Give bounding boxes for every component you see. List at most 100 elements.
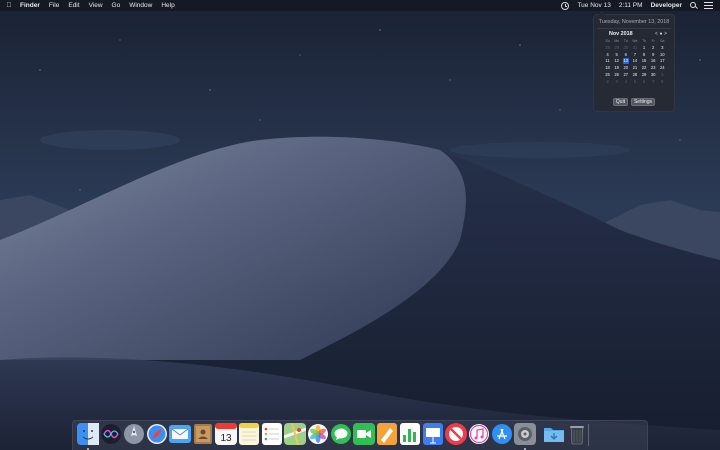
photos-icon[interactable] bbox=[307, 423, 329, 445]
day-cell[interactable]: 4 bbox=[621, 78, 630, 85]
day-cell[interactable]: 14 bbox=[630, 58, 639, 65]
day-cell[interactable]: 3 bbox=[658, 44, 667, 51]
day-cell[interactable]: 4 bbox=[603, 51, 612, 58]
notes-icon[interactable] bbox=[238, 423, 260, 445]
menu-file[interactable]: File bbox=[44, 2, 63, 9]
facetime-icon[interactable] bbox=[353, 423, 375, 445]
day-cell[interactable]: 12 bbox=[612, 58, 621, 65]
calendar-icon[interactable]: 13 bbox=[215, 423, 237, 445]
popover-arrow bbox=[598, 11, 606, 15]
itunes-icon[interactable] bbox=[468, 423, 490, 445]
day-cell[interactable]: 31 bbox=[630, 44, 639, 51]
popover-full-date: Tuesday, November 13, 2018 bbox=[598, 19, 670, 25]
clock-icon[interactable] bbox=[561, 1, 570, 10]
day-cell[interactable]: 3 bbox=[612, 78, 621, 85]
day-cell[interactable]: 15 bbox=[640, 58, 649, 65]
maps-icon[interactable] bbox=[284, 423, 306, 445]
spotlight-search-icon[interactable] bbox=[689, 1, 698, 10]
month-title: Nov 2018 bbox=[609, 31, 633, 37]
calendar-grid: Nov 2018 < ● > Su Mo Tu We Th Fr Sa 28 29… bbox=[603, 31, 667, 84]
safari-icon[interactable] bbox=[146, 423, 168, 445]
day-cell[interactable]: 28 bbox=[603, 44, 612, 51]
menu-window[interactable]: Window bbox=[125, 2, 157, 9]
day-cell[interactable]: 27 bbox=[621, 71, 630, 78]
menu-edit[interactable]: Edit bbox=[64, 2, 84, 9]
day-cell[interactable]: 20 bbox=[621, 64, 630, 71]
calendar-header: Nov 2018 < ● > bbox=[603, 31, 667, 38]
day-cell[interactable]: 24 bbox=[658, 64, 667, 71]
day-cell[interactable]: 6 bbox=[640, 78, 649, 85]
next-month-button[interactable]: > bbox=[664, 31, 667, 37]
day-cell[interactable]: 8 bbox=[640, 51, 649, 58]
running-indicator bbox=[524, 447, 526, 450]
day-cell[interactable]: 25 bbox=[603, 71, 612, 78]
day-cell[interactable]: 30 bbox=[649, 71, 658, 78]
day-cells: 28 29 30 31 1 2 3 4 5 6 7 8 9 10 11 12 13 14 15 16 17 18 19 20 2… bbox=[603, 44, 667, 85]
reminders-icon[interactable] bbox=[261, 423, 283, 445]
weekday-label: Mo bbox=[614, 39, 620, 43]
day-cell[interactable]: 21 bbox=[630, 64, 639, 71]
menu-finder[interactable]: Finder bbox=[17, 2, 44, 9]
day-cell[interactable]: 1 bbox=[658, 71, 667, 78]
app-store-icon[interactable] bbox=[491, 423, 513, 445]
day-cell[interactable]: 8 bbox=[658, 78, 667, 85]
day-cell[interactable]: 19 bbox=[612, 64, 621, 71]
mail-icon[interactable] bbox=[169, 423, 191, 445]
quit-button[interactable]: Quit bbox=[613, 98, 628, 106]
day-cell[interactable]: 22 bbox=[640, 64, 649, 71]
calendar-nav: < ● > bbox=[655, 31, 667, 37]
day-cell[interactable]: 26 bbox=[612, 71, 621, 78]
day-cell[interactable]: 16 bbox=[649, 58, 658, 65]
day-cell[interactable]: 5 bbox=[630, 78, 639, 85]
popover-divider bbox=[597, 28, 671, 29]
calendar-popover: Tuesday, November 13, 2018 Nov 2018 < ● … bbox=[593, 11, 675, 112]
day-cell[interactable]: 9 bbox=[649, 51, 658, 58]
settings-button[interactable]: Settings bbox=[631, 98, 655, 106]
weekday-label: We bbox=[632, 39, 638, 43]
menubar-date[interactable]: Tue Nov 13 bbox=[573, 2, 614, 9]
menu-bar:  Finder File Edit View Go Window Help T… bbox=[0, 0, 720, 11]
menubar-time[interactable]: 2:11 PM bbox=[615, 2, 647, 9]
downloads-folder-icon[interactable] bbox=[543, 423, 565, 445]
day-cell[interactable]: 2 bbox=[649, 44, 658, 51]
day-cell[interactable]: 28 bbox=[630, 71, 639, 78]
menubar-user[interactable]: Developer bbox=[647, 2, 686, 9]
weekday-row: Su Mo Tu We Th Fr Sa bbox=[603, 39, 667, 43]
menu-help[interactable]: Help bbox=[157, 2, 179, 9]
day-cell[interactable]: 5 bbox=[612, 51, 621, 58]
news-icon[interactable] bbox=[445, 423, 467, 445]
trash-icon[interactable] bbox=[566, 423, 588, 445]
finder-icon[interactable] bbox=[77, 423, 99, 445]
day-cell-today[interactable]: 13 bbox=[621, 57, 630, 65]
messages-icon[interactable] bbox=[330, 423, 352, 445]
numbers-icon[interactable] bbox=[399, 423, 421, 445]
weekday-label: Th bbox=[642, 39, 647, 43]
day-cell[interactable]: 23 bbox=[649, 64, 658, 71]
day-cell[interactable]: 29 bbox=[612, 44, 621, 51]
menu-view[interactable]: View bbox=[84, 2, 107, 9]
launchpad-icon[interactable] bbox=[123, 423, 145, 445]
apple-logo-icon[interactable]:  bbox=[1, 2, 17, 9]
today-button[interactable]: ● bbox=[660, 31, 663, 37]
day-cell[interactable]: 6 bbox=[621, 51, 630, 58]
day-cell[interactable]: 29 bbox=[640, 71, 649, 78]
contacts-icon[interactable] bbox=[192, 423, 214, 445]
menu-go[interactable]: Go bbox=[107, 2, 125, 9]
pages-icon[interactable] bbox=[376, 423, 398, 445]
day-cell[interactable]: 7 bbox=[630, 51, 639, 58]
notification-center-icon[interactable] bbox=[704, 2, 713, 9]
weekday-label: Sa bbox=[660, 39, 665, 43]
siri-icon[interactable] bbox=[100, 423, 122, 445]
dock: 13 bbox=[72, 420, 648, 450]
day-cell[interactable]: 18 bbox=[603, 64, 612, 71]
prev-month-button[interactable]: < bbox=[655, 31, 658, 37]
day-cell[interactable]: 17 bbox=[658, 58, 667, 65]
day-cell[interactable]: 7 bbox=[649, 78, 658, 85]
day-cell[interactable]: 10 bbox=[658, 51, 667, 58]
day-cell[interactable]: 11 bbox=[603, 58, 612, 65]
day-cell[interactable]: 1 bbox=[640, 44, 649, 51]
system-preferences-icon[interactable] bbox=[514, 423, 536, 445]
day-cell[interactable]: 2 bbox=[603, 78, 612, 85]
keynote-icon[interactable] bbox=[422, 423, 444, 445]
day-cell[interactable]: 30 bbox=[621, 44, 630, 51]
